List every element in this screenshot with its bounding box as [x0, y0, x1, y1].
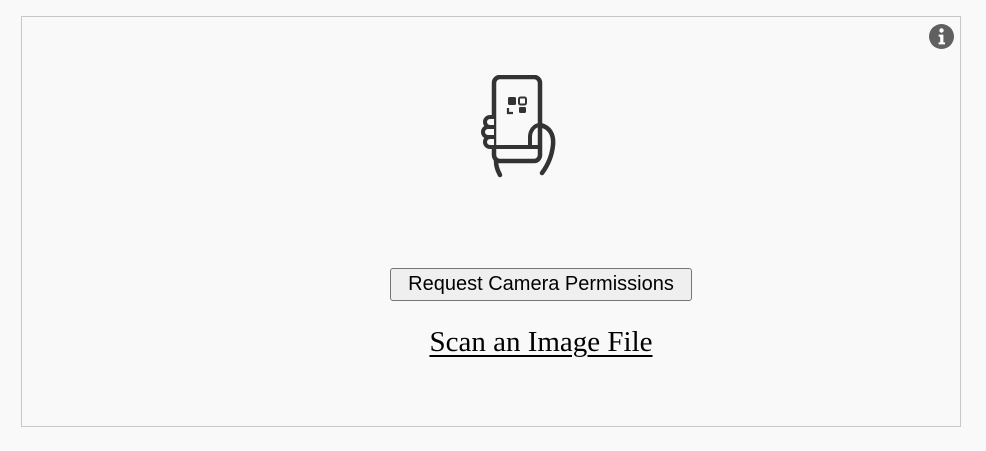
phone-scan-qr-icon	[481, 75, 556, 178]
qr-scanner-region: Request Camera Permissions Scan an Image…	[21, 16, 961, 427]
request-camera-permissions-button[interactable]: Request Camera Permissions	[390, 268, 692, 301]
info-icon[interactable]	[929, 24, 954, 49]
scan-image-file-link[interactable]: Scan an Image File	[391, 325, 691, 360]
